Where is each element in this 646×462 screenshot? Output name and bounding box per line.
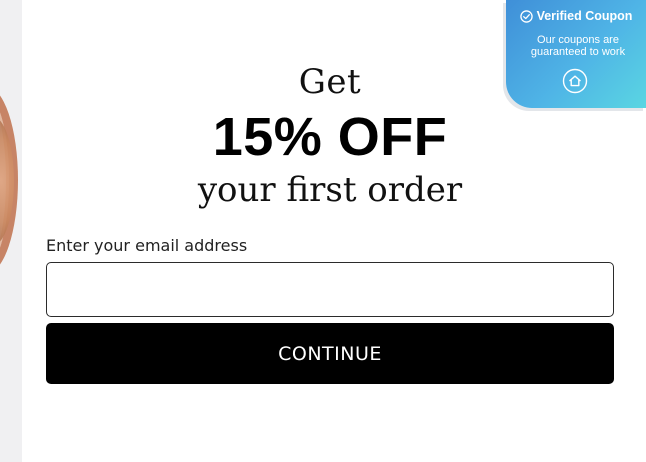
verified-title: Verified Coupon <box>536 9 633 23</box>
home-icon <box>562 68 588 94</box>
verified-coupon-badge[interactable]: Verified Coupon Our coupons are guarante… <box>506 0 646 108</box>
heading-offer: 15% OFF <box>212 107 448 167</box>
email-input[interactable] <box>46 262 614 317</box>
continue-button[interactable]: CONTINUE <box>46 323 614 384</box>
background-product-image <box>0 0 22 462</box>
heading-first-order: your first order <box>197 170 463 210</box>
check-circle-icon <box>519 9 533 23</box>
verified-title-row: Verified Coupon <box>506 9 646 23</box>
email-label: Enter your email address <box>46 236 248 255</box>
verified-description: Our coupons are guaranteed to work <box>530 34 626 58</box>
